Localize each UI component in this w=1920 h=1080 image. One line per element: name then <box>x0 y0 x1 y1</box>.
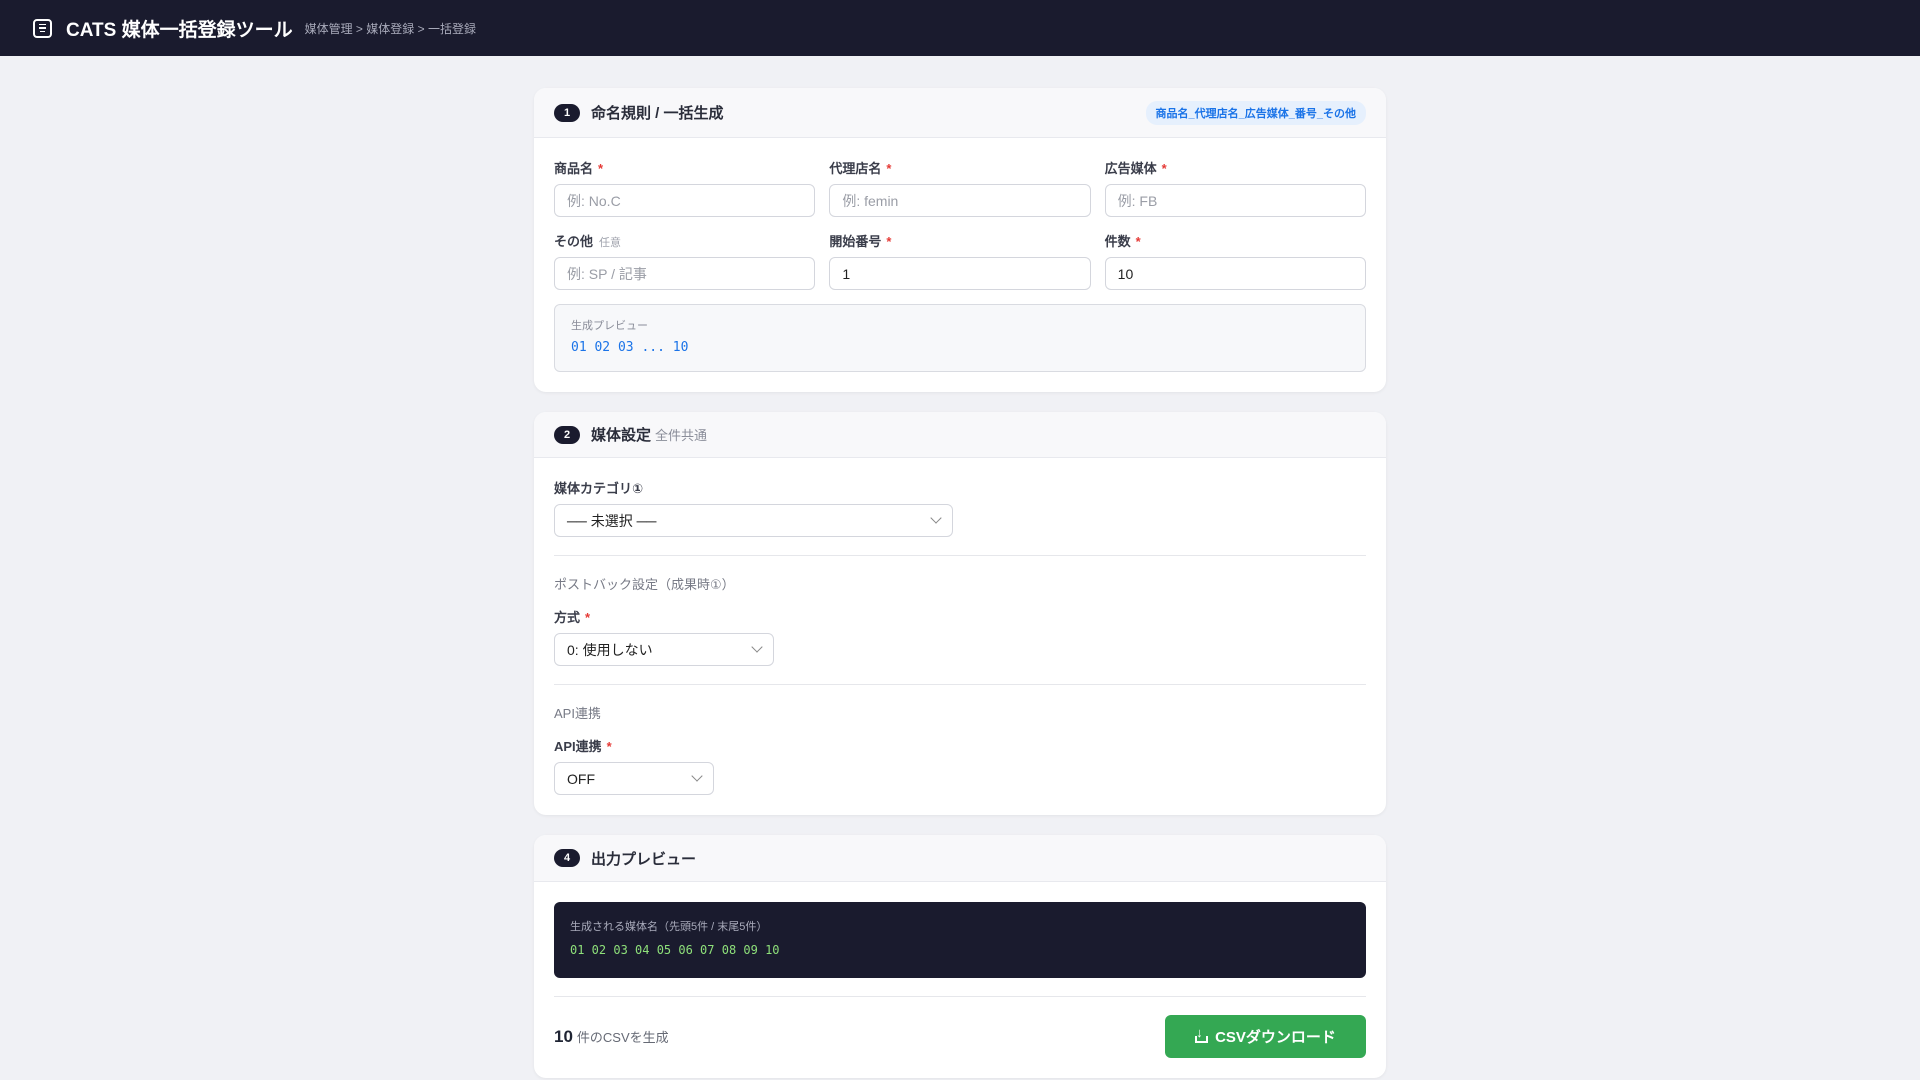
step-badge: 2 <box>554 425 580 444</box>
other-input[interactable]: 例: SP / 記事 <box>554 257 816 290</box>
count-label: 件数 * <box>1104 234 1141 249</box>
ad-media-label: 広告媒体 * <box>1104 161 1167 176</box>
api-label: API連携 * <box>554 739 612 754</box>
preview-label: 生成プレビュー <box>571 320 648 332</box>
breadcrumb: 媒体管理 > 媒体登録 > 一括登録 <box>304 21 476 36</box>
chevron-down-icon <box>930 512 942 524</box>
output-value: 01 02 03 04 05 06 07 08 09 10 <box>570 943 780 957</box>
app-title: CATS 媒体一括登録ツール <box>66 19 293 41</box>
download-icon <box>1195 1025 1209 1043</box>
output-preview-box: 生成される媒体名（先頭5件 / 末尾5件） 01 02 03 04 05 06 … <box>554 902 1366 978</box>
chevron-down-icon <box>751 641 763 653</box>
agency-name-input[interactable]: 例: femin <box>829 184 1091 217</box>
product-name-label: 商品名 * <box>554 161 604 176</box>
step-badge: 4 <box>554 849 580 867</box>
section-subtitle: 全件共通 <box>655 428 708 443</box>
section-title: 媒体設定 <box>591 427 652 444</box>
agency-name-label: 代理店名 * <box>829 161 892 176</box>
media-category-select[interactable]: ── 未選択 ── <box>554 504 953 537</box>
csv-count: 10 件のCSVを生成 <box>554 1026 669 1046</box>
csv-download-button[interactable]: CSVダウンロード <box>1165 1015 1366 1058</box>
media-settings-card: 2 媒体設定 全件共通 媒体カテゴリ① ── 未選択 ── ポストバック設定（成… <box>534 412 1386 815</box>
section-title: 出力プレビュー <box>591 850 697 868</box>
other-label: その他 任意 <box>554 234 622 249</box>
ad-media-input[interactable]: 例: FB <box>1104 184 1366 217</box>
count-input[interactable]: 10 <box>1104 257 1366 290</box>
preview-value: 01 02 03 ... 10 <box>571 340 689 355</box>
method-label: 方式 * <box>554 610 591 625</box>
output-preview-card: 4 出力プレビュー 生成される媒体名（先頭5件 / 末尾5件） 01 02 03… <box>534 835 1386 1078</box>
api-select[interactable]: OFF <box>554 762 714 795</box>
naming-rule-card: 1 命名規則 / 一括生成 商品名_代理店名_広告媒体_番号_その他 商品名 * … <box>534 88 1386 392</box>
start-number-input[interactable]: 1 <box>829 257 1091 290</box>
output-label: 生成される媒体名（先頭5件 / 末尾5件） <box>570 921 768 933</box>
postback-heading: ポストバック設定（成果時①） <box>554 577 735 592</box>
step-badge: 1 <box>554 103 580 122</box>
product-name-input[interactable]: 例: No.C <box>554 184 816 217</box>
generation-preview: 生成プレビュー 01 02 03 ... 10 <box>554 304 1366 372</box>
pattern-badge: 商品名_代理店名_広告媒体_番号_その他 <box>1145 100 1366 125</box>
top-bar: CATS 媒体一括登録ツール 媒体管理 > 媒体登録 > 一括登録 <box>0 0 1920 56</box>
media-category-label: 媒体カテゴリ① <box>554 481 644 496</box>
document-icon <box>33 18 52 38</box>
section-title: 命名規則 / 一括生成 <box>591 105 724 122</box>
start-number-label: 開始番号 * <box>829 234 892 249</box>
method-select[interactable]: 0: 使用しない <box>554 633 774 666</box>
api-heading: API連携 <box>554 706 601 721</box>
chevron-down-icon <box>691 770 703 782</box>
